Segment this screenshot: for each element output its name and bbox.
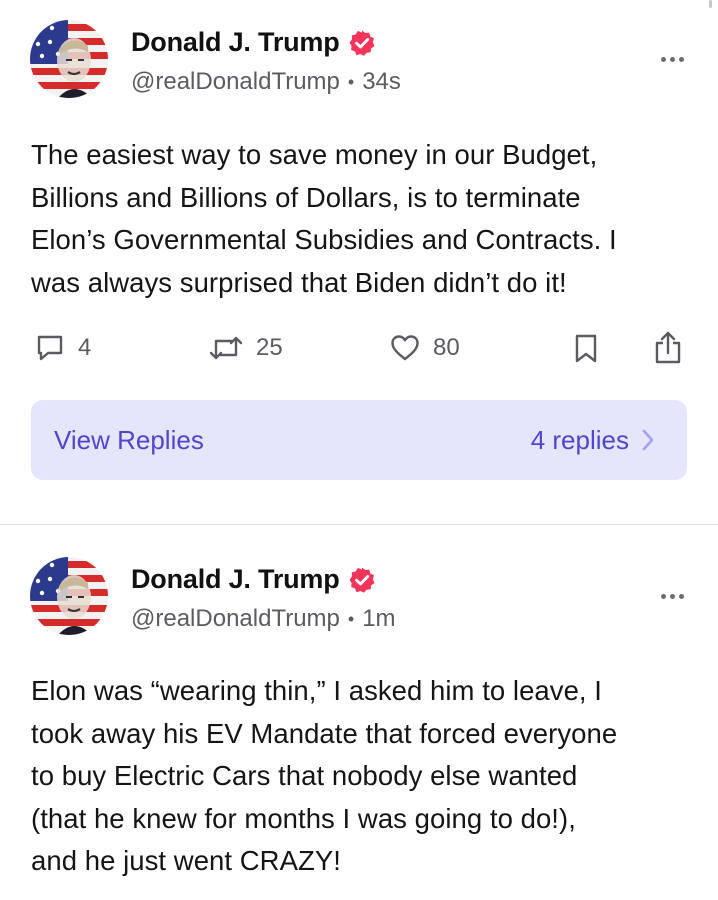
more-options-icon[interactable] [661, 57, 684, 62]
post-body: The easiest way to save money in our Bud… [31, 134, 691, 304]
share-button[interactable] [652, 330, 684, 366]
post-2: Donald J. Trump @realDonaldTrump • 1m El… [0, 525, 718, 900]
post-body-line: Billions and Billions of Dollars, is to … [31, 181, 581, 213]
post-body-line: The easiest way to save money in our Bud… [31, 139, 598, 170]
chevron-right-icon [642, 429, 654, 451]
post-body-line: Elon’s Governmental Subsidies and Contra… [31, 224, 617, 255]
verified-badge-icon [349, 567, 375, 593]
like-count: 80 [433, 334, 460, 361]
like-button[interactable]: 80 [389, 332, 460, 364]
meta-separator: • [347, 71, 355, 92]
repost-button[interactable]: 25 [208, 332, 283, 364]
post-1: Donald J. Trump @realDonaldTrump • 34s T… [0, 0, 718, 524]
post-body: Elon was “wearing thin,” I asked him to … [31, 670, 691, 883]
reply-count: 4 [78, 334, 92, 361]
post-body-line: to buy Electric Cars that nobody else wa… [31, 760, 578, 791]
share-icon [655, 331, 681, 364]
view-replies-label: View Replies [54, 424, 204, 455]
post-body-line: Elon was “wearing thin,” I asked him to … [31, 675, 602, 706]
avatar[interactable] [30, 557, 108, 635]
avatar-image [30, 20, 108, 98]
post-actions: 4 25 80 [0, 330, 718, 368]
reply-icon [37, 335, 63, 361]
bookmark-icon [575, 334, 597, 363]
heart-icon [391, 335, 419, 361]
avatar[interactable] [30, 20, 108, 98]
post-body-line: (that he knew for months I was going to … [31, 802, 576, 834]
view-replies-button[interactable]: View Replies 4 replies [31, 400, 687, 480]
more-options-icon[interactable] [661, 594, 684, 599]
author-name[interactable]: Donald J. Trump [131, 27, 340, 58]
avatar-image [30, 557, 108, 635]
post-body-line: took away his EV Mandate that forced eve… [31, 717, 618, 749]
post-body-line: and he just went CRAZY! [31, 845, 341, 876]
repost-icon [209, 336, 243, 360]
author-handle[interactable]: @realDonaldTrump [131, 605, 340, 633]
author-handle[interactable]: @realDonaldTrump [131, 68, 340, 96]
verified-badge-icon [349, 30, 375, 56]
post-timestamp[interactable]: 34s [362, 68, 401, 96]
author-name[interactable]: Donald J. Trump [131, 564, 340, 595]
post-timestamp[interactable]: 1m [362, 605, 395, 633]
meta-separator: • [347, 608, 355, 629]
replies-count: 4 replies [530, 424, 629, 455]
post-body-line: was always surprised that Biden didn’t d… [31, 266, 567, 298]
bookmark-button[interactable] [572, 332, 600, 366]
repost-count: 25 [256, 334, 283, 361]
reply-button[interactable]: 4 [34, 332, 91, 364]
